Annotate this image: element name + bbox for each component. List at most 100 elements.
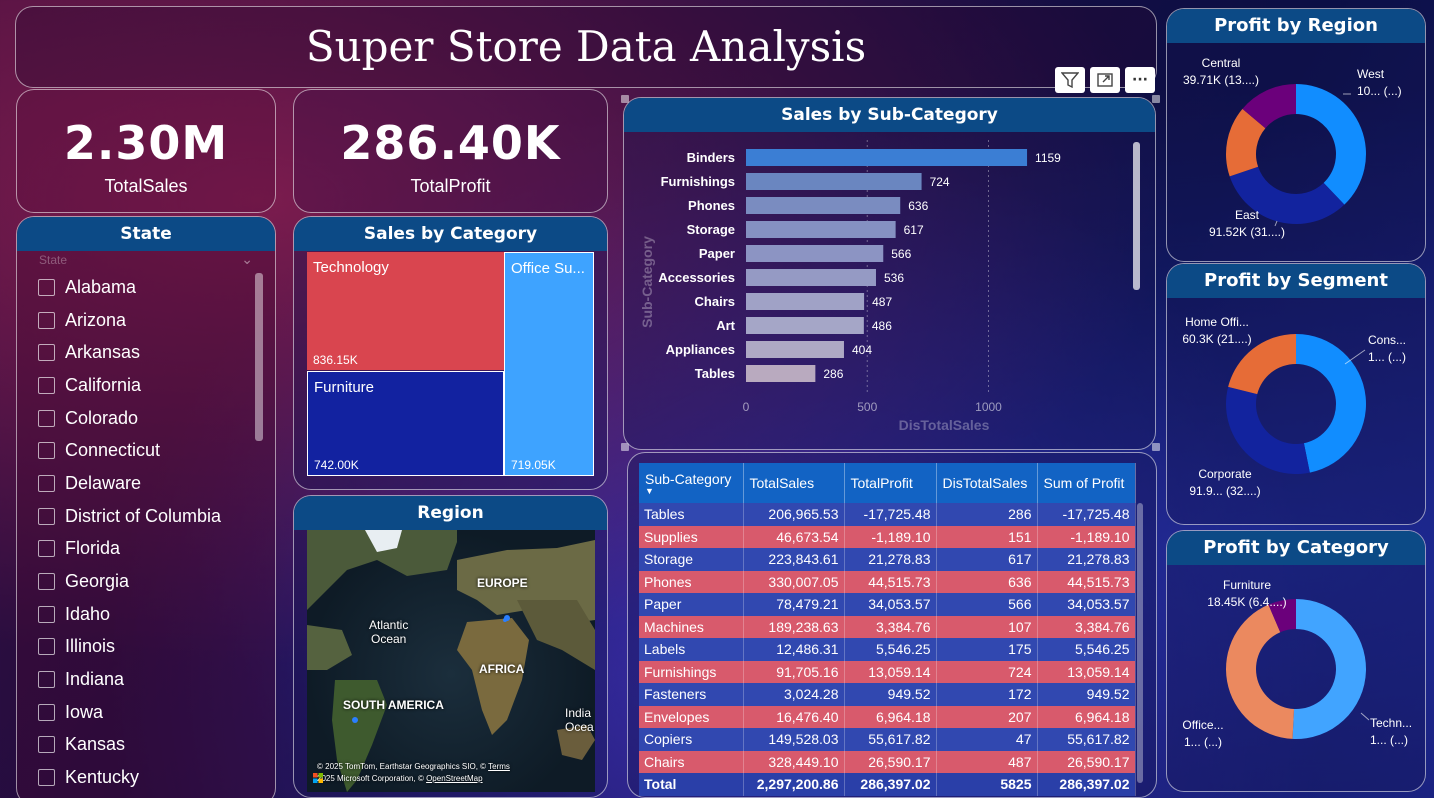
state-item-label: California: [65, 374, 142, 395]
barchart-scrollbar[interactable]: [1133, 142, 1140, 290]
state-item[interactable]: Illinois: [17, 631, 275, 664]
checkbox[interactable]: [38, 442, 55, 460]
table-row[interactable]: Tables 206,965.53 -17,725.48 286 -17,725.48: [639, 503, 1136, 526]
table-cell: 44,515.73: [1037, 570, 1136, 593]
checkbox[interactable]: [38, 638, 55, 656]
state-item[interactable]: California: [17, 369, 275, 402]
state-item[interactable]: Arkansas: [17, 336, 275, 369]
table-total-cell: 5825: [936, 773, 1038, 796]
checkbox[interactable]: [38, 311, 55, 329]
state-item[interactable]: Florida: [17, 533, 275, 566]
state-item[interactable]: Idaho: [17, 598, 275, 631]
bar[interactable]: [746, 365, 816, 382]
state-item[interactable]: Colorado: [17, 402, 275, 435]
column-header[interactable]: DisTotalSales: [936, 463, 1038, 503]
bar[interactable]: [746, 245, 884, 262]
sort-descending-icon[interactable]: ▼: [645, 487, 737, 496]
donut-slice[interactable]: [1296, 334, 1366, 473]
table-scrollbar[interactable]: [1137, 503, 1143, 783]
donut-slice[interactable]: [1292, 599, 1367, 739]
checkbox[interactable]: [38, 278, 55, 296]
profit-by-region-donut[interactable]: West 10... (...) East 91.52K (31....) Centra…: [1167, 43, 1426, 262]
table-row[interactable]: Supplies 46,673.54 -1,189.10 151 -1,189.10: [639, 525, 1136, 548]
openstreetmap-link[interactable]: OpenStreetMap: [426, 774, 482, 783]
checkbox[interactable]: [38, 769, 55, 787]
state-item[interactable]: Kansas: [17, 729, 275, 762]
region-map-panel: Region EUROPE Atlantic Ocean AFRICA SOUT…: [293, 495, 608, 798]
checkbox[interactable]: [38, 409, 55, 427]
focus-mode-icon[interactable]: [1090, 67, 1120, 93]
bar[interactable]: [746, 269, 876, 286]
filter-icon[interactable]: [1055, 67, 1085, 93]
state-list: Alabama Arizona Arkansas California Colorado…: [17, 271, 275, 794]
column-header[interactable]: Sub-Category ▼: [639, 463, 744, 503]
profit-by-category-donut[interactable]: Techn... 1... (...) Office... 1... (...) Fur…: [1167, 565, 1426, 792]
state-item[interactable]: Delaware: [17, 467, 275, 500]
bar[interactable]: [746, 221, 896, 238]
table-cell: -1,189.10: [844, 525, 937, 548]
table-row[interactable]: Envelopes 16,476.40 6,964.18 207 6,964.18: [639, 705, 1136, 728]
resize-handle[interactable]: [1152, 95, 1160, 103]
state-item[interactable]: Connecticut: [17, 434, 275, 467]
table-cell: 13,059.14: [844, 660, 937, 683]
treemap-tile-furniture[interactable]: Furniture 742.00K: [307, 371, 504, 476]
table-cell: 206,965.53: [743, 503, 845, 526]
state-scrollbar[interactable]: [255, 273, 263, 441]
category-label: Accessories: [658, 270, 735, 285]
checkbox[interactable]: [38, 573, 55, 591]
table-row[interactable]: Fasteners 3,024.28 949.52 172 949.52: [639, 683, 1136, 706]
bar[interactable]: [746, 293, 865, 310]
sales-by-subcategory-chart[interactable]: 0 500 1000 Binders 1159 Furnishings 724 Phones 6…: [624, 132, 1156, 450]
column-header[interactable]: Sum of Profit: [1037, 463, 1136, 503]
checkbox[interactable]: [38, 376, 55, 394]
more-options-icon[interactable]: ···: [1125, 67, 1155, 93]
state-item-label: Iowa: [65, 701, 104, 722]
column-header[interactable]: TotalSales: [743, 463, 845, 503]
state-item[interactable]: Alabama: [17, 271, 275, 304]
terms-link[interactable]: Terms: [488, 762, 510, 771]
table-total-cell: 2,297,200.86: [743, 773, 845, 796]
region-map[interactable]: EUROPE Atlantic Ocean AFRICA SOUTH AMERI…: [307, 530, 595, 792]
bar[interactable]: [746, 317, 864, 334]
checkbox[interactable]: [38, 605, 55, 623]
state-item[interactable]: Georgia: [17, 565, 275, 598]
checkbox[interactable]: [38, 671, 55, 689]
state-item-label: District of Columbia: [65, 505, 222, 526]
bar[interactable]: [746, 341, 844, 358]
slice-name: Office...: [1182, 718, 1223, 732]
treemap-tile-technology[interactable]: Technology 836.15K: [307, 252, 504, 370]
checkbox[interactable]: [38, 540, 55, 558]
table-row[interactable]: Paper 78,479.21 34,053.57 566 34,053.57: [639, 593, 1136, 616]
table-row[interactable]: Furnishings 91,705.16 13,059.14 724 13,059.1…: [639, 660, 1136, 683]
state-item[interactable]: Arizona: [17, 304, 275, 337]
state-field-header[interactable]: State ⌄: [17, 251, 275, 271]
checkbox[interactable]: [38, 507, 55, 525]
bar[interactable]: [746, 173, 922, 190]
category-label: Phones: [688, 198, 735, 213]
column-header[interactable]: TotalProfit: [844, 463, 937, 503]
table-cell: 636: [936, 570, 1038, 593]
state-item[interactable]: Indiana: [17, 663, 275, 696]
state-item[interactable]: District of Columbia: [17, 500, 275, 533]
table-row[interactable]: Copiers 149,528.03 55,617.82 47 55,617.82: [639, 728, 1136, 751]
table-row[interactable]: Storage 223,843.61 21,278.83 617 21,278.83: [639, 548, 1136, 571]
bar[interactable]: [746, 149, 1028, 166]
checkbox[interactable]: [38, 736, 55, 754]
table-row[interactable]: Machines 189,238.63 3,384.76 107 3,384.76: [639, 615, 1136, 638]
checkbox[interactable]: [38, 344, 55, 362]
checkbox[interactable]: [38, 703, 55, 721]
table-row[interactable]: Phones 330,007.05 44,515.73 636 44,515.73: [639, 570, 1136, 593]
bar[interactable]: [746, 197, 901, 214]
donut-slice[interactable]: [1296, 84, 1366, 205]
profit-by-segment-donut[interactable]: Cons... 1... (...) Corporate 91.9... (32...…: [1167, 298, 1426, 525]
checkbox[interactable]: [38, 474, 55, 492]
state-item[interactable]: Iowa: [17, 696, 275, 729]
table-row[interactable]: Labels 12,486.31 5,546.25 175 5,546.25: [639, 638, 1136, 661]
donut-slice[interactable]: [1226, 386, 1310, 474]
treemap-tile-office-supplies[interactable]: Office Su... 719.05K: [504, 252, 594, 476]
state-item[interactable]: Kentucky: [17, 761, 275, 794]
table-row[interactable]: Chairs 328,449.10 26,590.17 487 26,590.17: [639, 750, 1136, 773]
data-label: 486: [872, 319, 892, 333]
profit-by-segment-panel: Profit by Segment Cons... 1... (...) Corpo…: [1166, 263, 1426, 525]
chevron-down-icon[interactable]: ⌄: [241, 251, 253, 268]
